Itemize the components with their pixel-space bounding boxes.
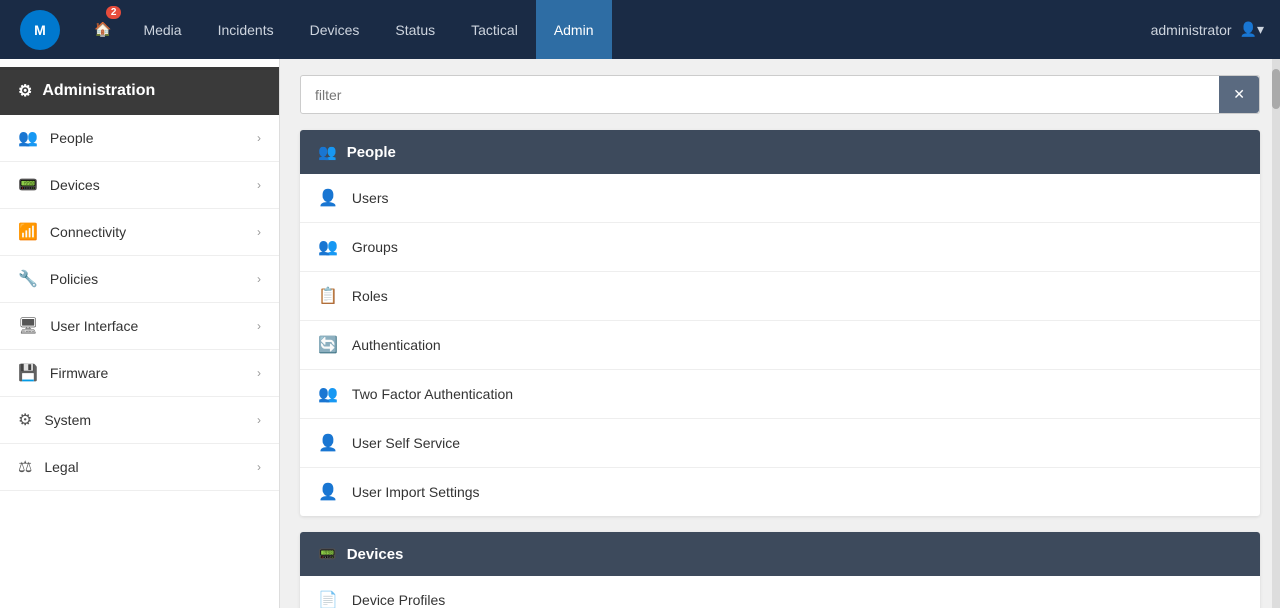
ui-icon: 🖥 <box>18 316 38 336</box>
sidebar-firmware-label: Firmware <box>50 365 257 381</box>
top-navigation: M 🏠 2 Media Incidents Devices Status Tac… <box>0 0 1280 59</box>
chevron-right-icon: › <box>257 319 261 333</box>
people-section: 👥 People 👤 Users 👥 Groups 📋 Roles 🔄 Auth… <box>300 130 1260 516</box>
people-groups-item[interactable]: 👥 Groups <box>300 223 1260 272</box>
device-profiles-label: Device Profiles <box>352 592 445 608</box>
import-settings-label: User Import Settings <box>352 484 480 500</box>
gear-icon: ⚙ <box>18 81 32 101</box>
sidebar-item-connectivity[interactable]: 📶 Connectivity › <box>0 209 279 256</box>
people-section-header: 👥 People <box>300 130 1260 174</box>
roles-icon: 📋 <box>318 286 338 306</box>
nav-devices[interactable]: Devices <box>292 0 378 59</box>
groups-icon: 👥 <box>318 237 338 257</box>
sidebar-people-label: People <box>50 130 257 146</box>
firmware-icon: 💾 <box>18 363 38 383</box>
username-label: administrator <box>1151 22 1232 38</box>
chevron-right-icon: › <box>257 413 261 427</box>
connectivity-icon: 📶 <box>18 222 38 242</box>
import-settings-icon: 👤 <box>318 482 338 502</box>
sidebar-connectivity-label: Connectivity <box>50 224 257 240</box>
sidebar-item-firmware[interactable]: 💾 Firmware › <box>0 350 279 397</box>
nav-status[interactable]: Status <box>377 0 453 59</box>
legal-icon: ⚖ <box>18 457 32 477</box>
devices-icon: 📟 <box>18 175 38 195</box>
sidebar-item-people[interactable]: 👥 People › <box>0 115 279 162</box>
home-button[interactable]: 🏠 2 <box>80 0 125 59</box>
nav-media[interactable]: Media <box>125 0 199 59</box>
people-roles-item[interactable]: 📋 Roles <box>300 272 1260 321</box>
notification-badge: 2 <box>106 6 122 19</box>
sidebar-item-user-interface[interactable]: 🖥 User Interface › <box>0 303 279 350</box>
policies-icon: 🔧 <box>18 269 38 289</box>
sidebar-system-label: System <box>44 412 257 428</box>
sidebar-item-system[interactable]: ⚙ System › <box>0 397 279 444</box>
filter-clear-button[interactable]: ✕ <box>1219 76 1259 113</box>
nav-incidents[interactable]: Incidents <box>200 0 292 59</box>
self-service-icon: 👤 <box>318 433 338 453</box>
devices-section-icon: 📟 <box>318 545 337 563</box>
self-service-label: User Self Service <box>352 435 460 451</box>
user-menu[interactable]: administrator 👤▾ <box>1151 21 1280 38</box>
filter-bar: ✕ <box>300 75 1260 114</box>
nav-tactical[interactable]: Tactical <box>453 0 536 59</box>
users-label: Users <box>352 190 389 206</box>
groups-label: Groups <box>352 239 398 255</box>
sidebar-legal-label: Legal <box>44 459 257 475</box>
devices-section: 📟 Devices 📄 Device Profiles <box>300 532 1260 608</box>
scrollbar[interactable] <box>1272 59 1280 608</box>
roles-label: Roles <box>352 288 388 304</box>
device-profiles-icon: 📄 <box>318 590 338 608</box>
two-factor-icon: 👥 <box>318 384 338 404</box>
sidebar: ⚙ Administration 👥 People › 📟 Devices › … <box>0 59 280 608</box>
sidebar-item-legal[interactable]: ⚖ Legal › <box>0 444 279 491</box>
authentication-label: Authentication <box>352 337 441 353</box>
user-avatar-icon: 👤▾ <box>1240 21 1264 38</box>
sidebar-header: ⚙ Administration <box>0 67 279 115</box>
filter-input[interactable] <box>301 77 1219 113</box>
people-section-icon: 👥 <box>318 143 337 161</box>
chevron-right-icon: › <box>257 225 261 239</box>
chevron-right-icon: › <box>257 178 261 192</box>
devices-section-header: 📟 Devices <box>300 532 1260 576</box>
main-layout: ⚙ Administration 👥 People › 📟 Devices › … <box>0 59 1280 608</box>
sidebar-ui-label: User Interface <box>50 318 257 334</box>
sidebar-policies-label: Policies <box>50 271 257 287</box>
people-import-settings-item[interactable]: 👤 User Import Settings <box>300 468 1260 516</box>
two-factor-label: Two Factor Authentication <box>352 386 513 402</box>
sidebar-title: Administration <box>42 82 155 100</box>
chevron-right-icon: › <box>257 131 261 145</box>
user-icon: 👤 <box>318 188 338 208</box>
sidebar-item-policies[interactable]: 🔧 Policies › <box>0 256 279 303</box>
home-icon: 🏠 <box>94 21 111 38</box>
devices-section-title: Devices <box>347 546 404 563</box>
people-2fa-item[interactable]: 👥 Two Factor Authentication <box>300 370 1260 419</box>
scroll-thumb <box>1272 69 1280 109</box>
system-icon: ⚙ <box>18 410 32 430</box>
people-authentication-item[interactable]: 🔄 Authentication <box>300 321 1260 370</box>
people-section-title: People <box>347 144 396 161</box>
sidebar-devices-label: Devices <box>50 177 257 193</box>
people-users-item[interactable]: 👤 Users <box>300 174 1260 223</box>
sidebar-item-devices[interactable]: 📟 Devices › <box>0 162 279 209</box>
chevron-right-icon: › <box>257 272 261 286</box>
people-icon: 👥 <box>18 128 38 148</box>
svg-text:M: M <box>34 22 46 38</box>
nav-admin[interactable]: Admin <box>536 0 612 59</box>
logo: M <box>10 9 70 51</box>
devices-profiles-item[interactable]: 📄 Device Profiles <box>300 576 1260 608</box>
auth-icon: 🔄 <box>318 335 338 355</box>
main-content: ✕ 👥 People 👤 Users 👥 Groups 📋 Roles 🔄 <box>280 59 1280 608</box>
people-self-service-item[interactable]: 👤 User Self Service <box>300 419 1260 468</box>
chevron-right-icon: › <box>257 460 261 474</box>
chevron-right-icon: › <box>257 366 261 380</box>
